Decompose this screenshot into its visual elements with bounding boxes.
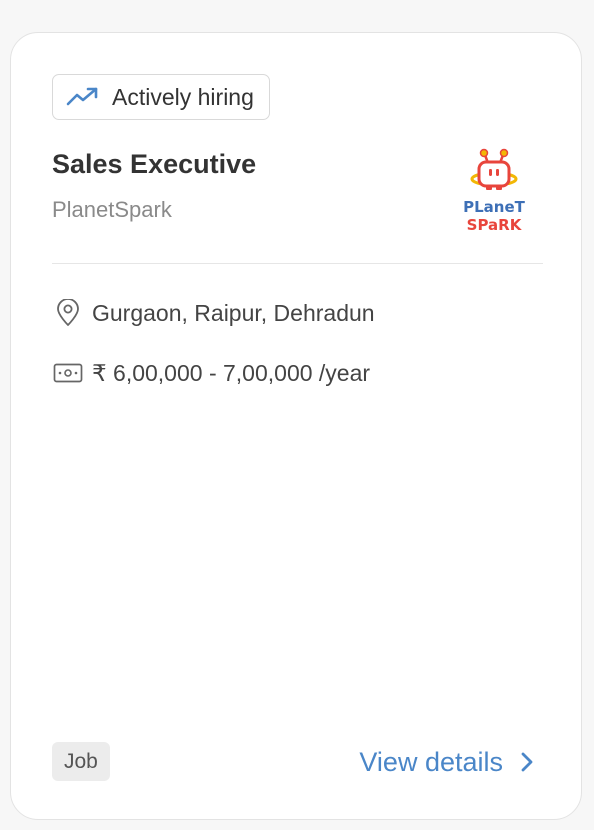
job-type-tag: Job	[52, 742, 110, 781]
salary-text: ₹ 6,00,000 - 7,00,000 /year	[92, 359, 371, 386]
planetspark-logo: PLaneT SPaRK	[459, 147, 529, 234]
company-name[interactable]: PlanetSpark	[52, 197, 172, 223]
location-text: Gurgaon, Raipur, Dehradun	[92, 299, 375, 326]
actively-hiring-badge: Actively hiring	[52, 74, 270, 120]
chevron-right-icon[interactable]	[517, 749, 537, 775]
job-card[interactable]: Actively hiring Sales Executive PlanetSp…	[10, 32, 582, 820]
location-pin-icon	[52, 297, 84, 329]
location-row: Gurgaon, Raipur, Dehradun	[52, 297, 375, 329]
money-icon	[52, 357, 84, 389]
logo-line-1: PLaneT	[463, 198, 526, 216]
view-details-link[interactable]: View details	[359, 741, 537, 783]
divider	[52, 263, 543, 264]
badge-label: Actively hiring	[112, 83, 254, 110]
salary-row: ₹ 6,00,000 - 7,00,000 /year	[52, 357, 370, 389]
view-details-label[interactable]: View details	[359, 747, 503, 778]
job-title[interactable]: Sales Executive	[52, 149, 256, 180]
trending-up-icon	[66, 86, 100, 108]
logo-line-2: SPaRK	[467, 216, 523, 233]
